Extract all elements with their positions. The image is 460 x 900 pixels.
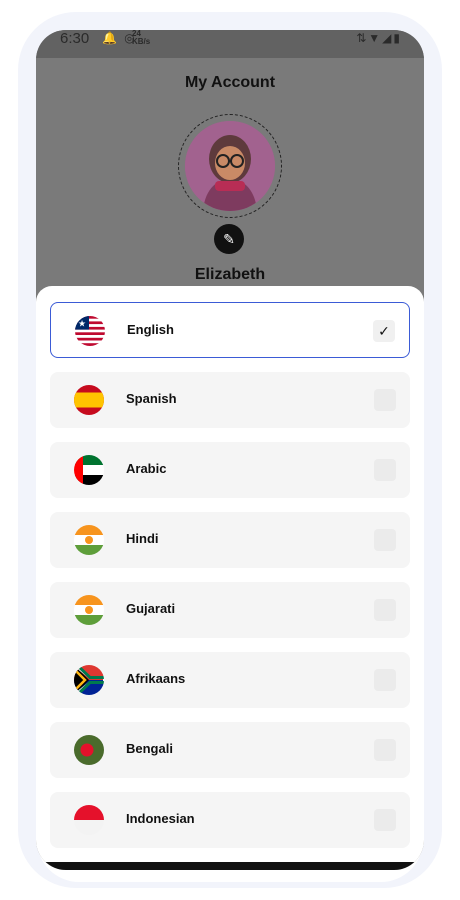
page-title: My Account — [184, 74, 276, 91]
checkbox-checked[interactable]: ✓ — [373, 320, 395, 342]
language-option-indonesian[interactable]: Indonesian — [50, 792, 410, 848]
language-label: Bengali — [126, 741, 173, 756]
language-label: Arabic — [126, 461, 167, 476]
avatar-illustration — [185, 121, 275, 211]
phone-screen: 6:30 🔔 ◎ 24 KB/s ⇅▼◢▮ My Account ✎ Eliza… — [36, 30, 424, 870]
status-time: 6:30 — [60, 30, 90, 47]
checkbox[interactable] — [374, 389, 396, 411]
system-status-icons: ⇅▼◢▮ — [356, 31, 402, 45]
liberia-flag-icon: ★ — [75, 316, 105, 346]
niger-flag-icon — [74, 595, 104, 625]
south-africa-flag-icon — [74, 665, 104, 695]
language-option-arabic[interactable]: Arabic — [50, 442, 410, 498]
edit-avatar-button[interactable]: ✎ — [214, 224, 244, 254]
language-option-spanish[interactable]: Spanish — [50, 372, 410, 428]
language-option-english[interactable]: ★ English ✓ — [50, 302, 410, 358]
network-speed-unit: KB/s — [132, 37, 151, 46]
language-list: ★ English ✓ Spanish Arabic Hindi Gujarat… — [50, 302, 410, 862]
checkbox[interactable] — [374, 809, 396, 831]
check-icon: ✓ — [378, 323, 390, 339]
avatar-ring — [178, 114, 282, 218]
language-label: Indonesian — [126, 811, 195, 826]
account-header: My Account ✎ Elizabeth 7276465975 — [36, 58, 424, 300]
network-speed: 24 KB/s — [132, 30, 150, 46]
language-label: Hindi — [126, 531, 159, 546]
language-label: English — [127, 322, 174, 337]
language-option-bengali[interactable]: Bengali — [50, 722, 410, 778]
bangladesh-flag-icon — [74, 735, 104, 765]
language-bottom-sheet: ★ English ✓ Spanish Arabic Hindi Gujarat… — [36, 286, 424, 870]
niger-flag-icon — [74, 525, 104, 555]
language-label: Gujarati — [126, 601, 176, 616]
checkbox[interactable] — [374, 529, 396, 551]
checkbox[interactable] — [374, 739, 396, 761]
user-name: Elizabeth — [194, 266, 266, 283]
language-option-afrikaans[interactable]: Afrikaans — [50, 652, 410, 708]
home-indicator-bar — [36, 862, 424, 870]
indonesia-flag-icon — [74, 805, 104, 835]
uae-flag-icon — [74, 455, 104, 485]
svg-text:★: ★ — [78, 319, 86, 329]
checkbox[interactable] — [374, 669, 396, 691]
language-label: Afrikaans — [126, 671, 186, 686]
language-option-hindi[interactable]: Hindi — [50, 512, 410, 568]
checkbox[interactable] — [374, 599, 396, 621]
checkbox[interactable] — [374, 459, 396, 481]
language-label: Spanish — [126, 391, 177, 406]
language-option-gujarati[interactable]: Gujarati — [50, 582, 410, 638]
spain-flag-icon — [74, 385, 104, 415]
status-bar: 6:30 🔔 ◎ 24 KB/s ⇅▼◢▮ — [36, 30, 424, 58]
avatar[interactable] — [185, 121, 275, 211]
pencil-icon: ✎ — [223, 231, 235, 247]
